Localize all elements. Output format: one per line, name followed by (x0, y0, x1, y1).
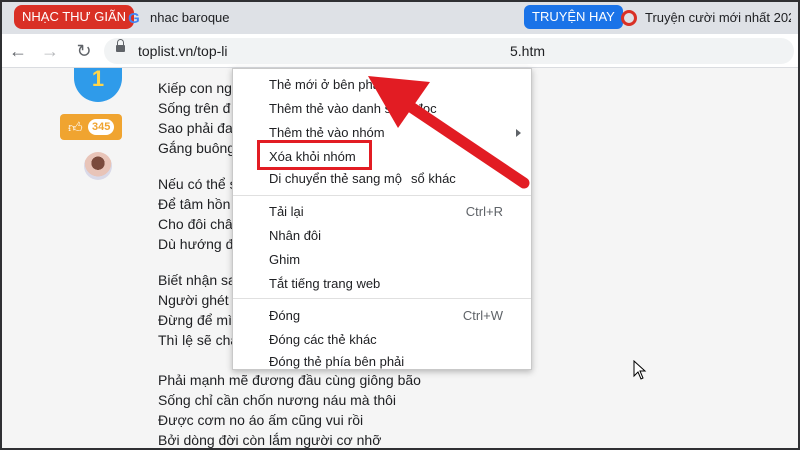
menu-label: Tắt tiếng trang web (269, 276, 381, 291)
menu-label: Nhân đôi (269, 228, 322, 243)
tab-truyen-hay[interactable]: TRUYỆN HAY (524, 5, 623, 29)
menu-label: Ghim (269, 252, 301, 267)
forward-button[interactable]: → (38, 39, 62, 63)
rank-badge: 1 (74, 68, 122, 102)
poem-line: Sống trên đ (158, 100, 231, 116)
poem-line: Cho đôi châ (158, 216, 233, 232)
like-count: 345 (88, 119, 115, 135)
url-text-tail: 5.htm (510, 43, 546, 59)
opera-icon (621, 9, 637, 26)
google-icon: G (128, 9, 140, 27)
page-content: 1 👍︎ 345 Kiếp con ng Sống trên đ Sao phải … (0, 68, 800, 450)
menu-item-close-others[interactable]: Đóng các thẻ khác (233, 328, 531, 352)
menu-label: Đóng các thẻ khác (269, 332, 377, 347)
mouse-cursor-icon (633, 360, 647, 380)
poem-line: Bởi dòng đời còn lắm người cơ nhỡ (158, 432, 382, 448)
tab-context-menu: Thẻ mới ở bên phải Thêm thẻ vào danh sác… (232, 68, 532, 370)
tab-strip: NHẠC THƯ GIÃN Gnhac baroque TRUYỆN HAY T… (0, 0, 800, 34)
menu-shortcut: Ctrl+R (465, 204, 503, 219)
menu-item-new-tab-right[interactable]: Thẻ mới ở bên phải (233, 73, 531, 97)
menu-label: Di chuyển thẻ sang mộ (269, 171, 402, 186)
submenu-arrow-icon (516, 175, 521, 183)
poem-line: Dù hướng đ (158, 236, 234, 252)
poem-line: Sao phải đa (158, 120, 233, 136)
menu-item-add-reading-list[interactable]: Thêm thẻ vào danh sách đọc (233, 97, 531, 121)
poem-line: Được cơm no áo ấm cũng vui rồi (158, 412, 364, 428)
menu-label: Đóng (269, 308, 301, 323)
tab-truyen-cuoi[interactable]: Truyện cười mới nhất 202 (621, 4, 791, 32)
tab-nhac-baroque[interactable]: Gnhac baroque (126, 4, 238, 32)
menu-item-close-right[interactable]: Đóng thẻ phía bên phải (233, 350, 531, 374)
like-button[interactable]: 👍︎ 345 (60, 114, 122, 140)
menu-item-move-tab[interactable]: Di chuyển thẻ sang mộ sổ khác (233, 167, 531, 191)
poem-line: Người ghét (158, 292, 229, 308)
poem-line: Biết nhận sa (158, 272, 236, 288)
lock-icon (116, 39, 125, 52)
tab-nhac-thu-gian[interactable]: NHẠC THƯ GIÃN (14, 5, 135, 29)
menu-divider (233, 298, 531, 299)
poem-line: Gắng buông (158, 140, 236, 156)
menu-item-close[interactable]: Đóng Ctrl+W (233, 304, 531, 328)
poem-line: Nếu có thể s (158, 176, 237, 192)
poem-line: Để tâm hồn (158, 196, 231, 212)
browser-toolbar: ← → ↻ toplist.vn/top-li 5.htm (0, 34, 800, 68)
menu-item-pin[interactable]: Ghim (233, 248, 531, 272)
poem-line: Kiếp con ng (158, 80, 232, 96)
avatar[interactable] (84, 152, 112, 180)
menu-label: Tải lại (269, 204, 304, 219)
address-bar[interactable]: toplist.vn/top-li 5.htm (104, 38, 794, 64)
menu-shortcut: Ctrl+W (462, 308, 503, 323)
tab-cuoi-label: Truyện cười mới nhất 202 (645, 10, 791, 25)
menu-label-tail: sổ khác (411, 171, 456, 186)
menu-item-mute-site[interactable]: Tắt tiếng trang web (233, 272, 531, 296)
menu-label: Thêm thẻ vào danh sách đọc (269, 101, 437, 116)
submenu-arrow-icon (516, 129, 521, 137)
menu-divider (233, 195, 531, 196)
back-button[interactable]: ← (6, 39, 30, 63)
poem-line: Sống chỉ cần chốn nương náu mà thôi (158, 392, 397, 408)
menu-item-duplicate[interactable]: Nhân đôi (233, 224, 531, 248)
thumbs-up-icon: 👍︎ (68, 119, 83, 135)
menu-item-reload[interactable]: Tải lại Ctrl+R (233, 200, 531, 224)
menu-label: Thẻ mới ở bên phải (269, 77, 383, 92)
reload-button[interactable]: ↻ (72, 39, 96, 63)
annotation-highlight-box (257, 140, 372, 170)
menu-label: Đóng thẻ phía bên phải (269, 354, 405, 369)
tab-google-label: nhac baroque (150, 10, 230, 25)
url-text: toplist.vn/top-li (138, 43, 228, 59)
